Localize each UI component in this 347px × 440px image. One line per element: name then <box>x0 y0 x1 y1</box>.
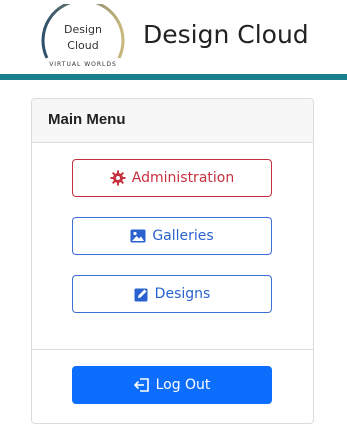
galleries-button[interactable]: Galleries <box>72 217 272 255</box>
card-title: Main Menu <box>48 111 126 128</box>
header-accent-bar <box>0 74 347 80</box>
logo-line2: Cloud <box>67 39 99 52</box>
administration-button[interactable]: Administration <box>72 159 272 197</box>
image-icon <box>130 229 146 243</box>
edit-icon <box>134 287 149 302</box>
logout-button[interactable]: Log Out <box>72 366 272 404</box>
gear-icon <box>110 170 126 186</box>
card-footer: Log Out <box>32 349 313 423</box>
logo-line1: Design <box>64 23 102 36</box>
logo-tagline: VIRTUAL WORLDS <box>49 61 117 68</box>
designs-label: Designs <box>154 286 211 302</box>
logo[interactable]: Design Cloud VIRTUAL WORLDS <box>39 0 127 72</box>
main-menu-card: Main Menu Administration Galleries Desig… <box>31 98 314 424</box>
designs-button[interactable]: Designs <box>72 275 272 313</box>
app-title: Design Cloud <box>143 20 309 49</box>
app-header: Design Cloud VIRTUAL WORLDS Design Cloud <box>0 0 347 74</box>
logout-label: Log Out <box>155 377 211 393</box>
sign-out-icon <box>133 378 150 392</box>
card-header: Main Menu <box>32 99 313 143</box>
administration-label: Administration <box>131 170 235 186</box>
galleries-label: Galleries <box>152 228 214 244</box>
